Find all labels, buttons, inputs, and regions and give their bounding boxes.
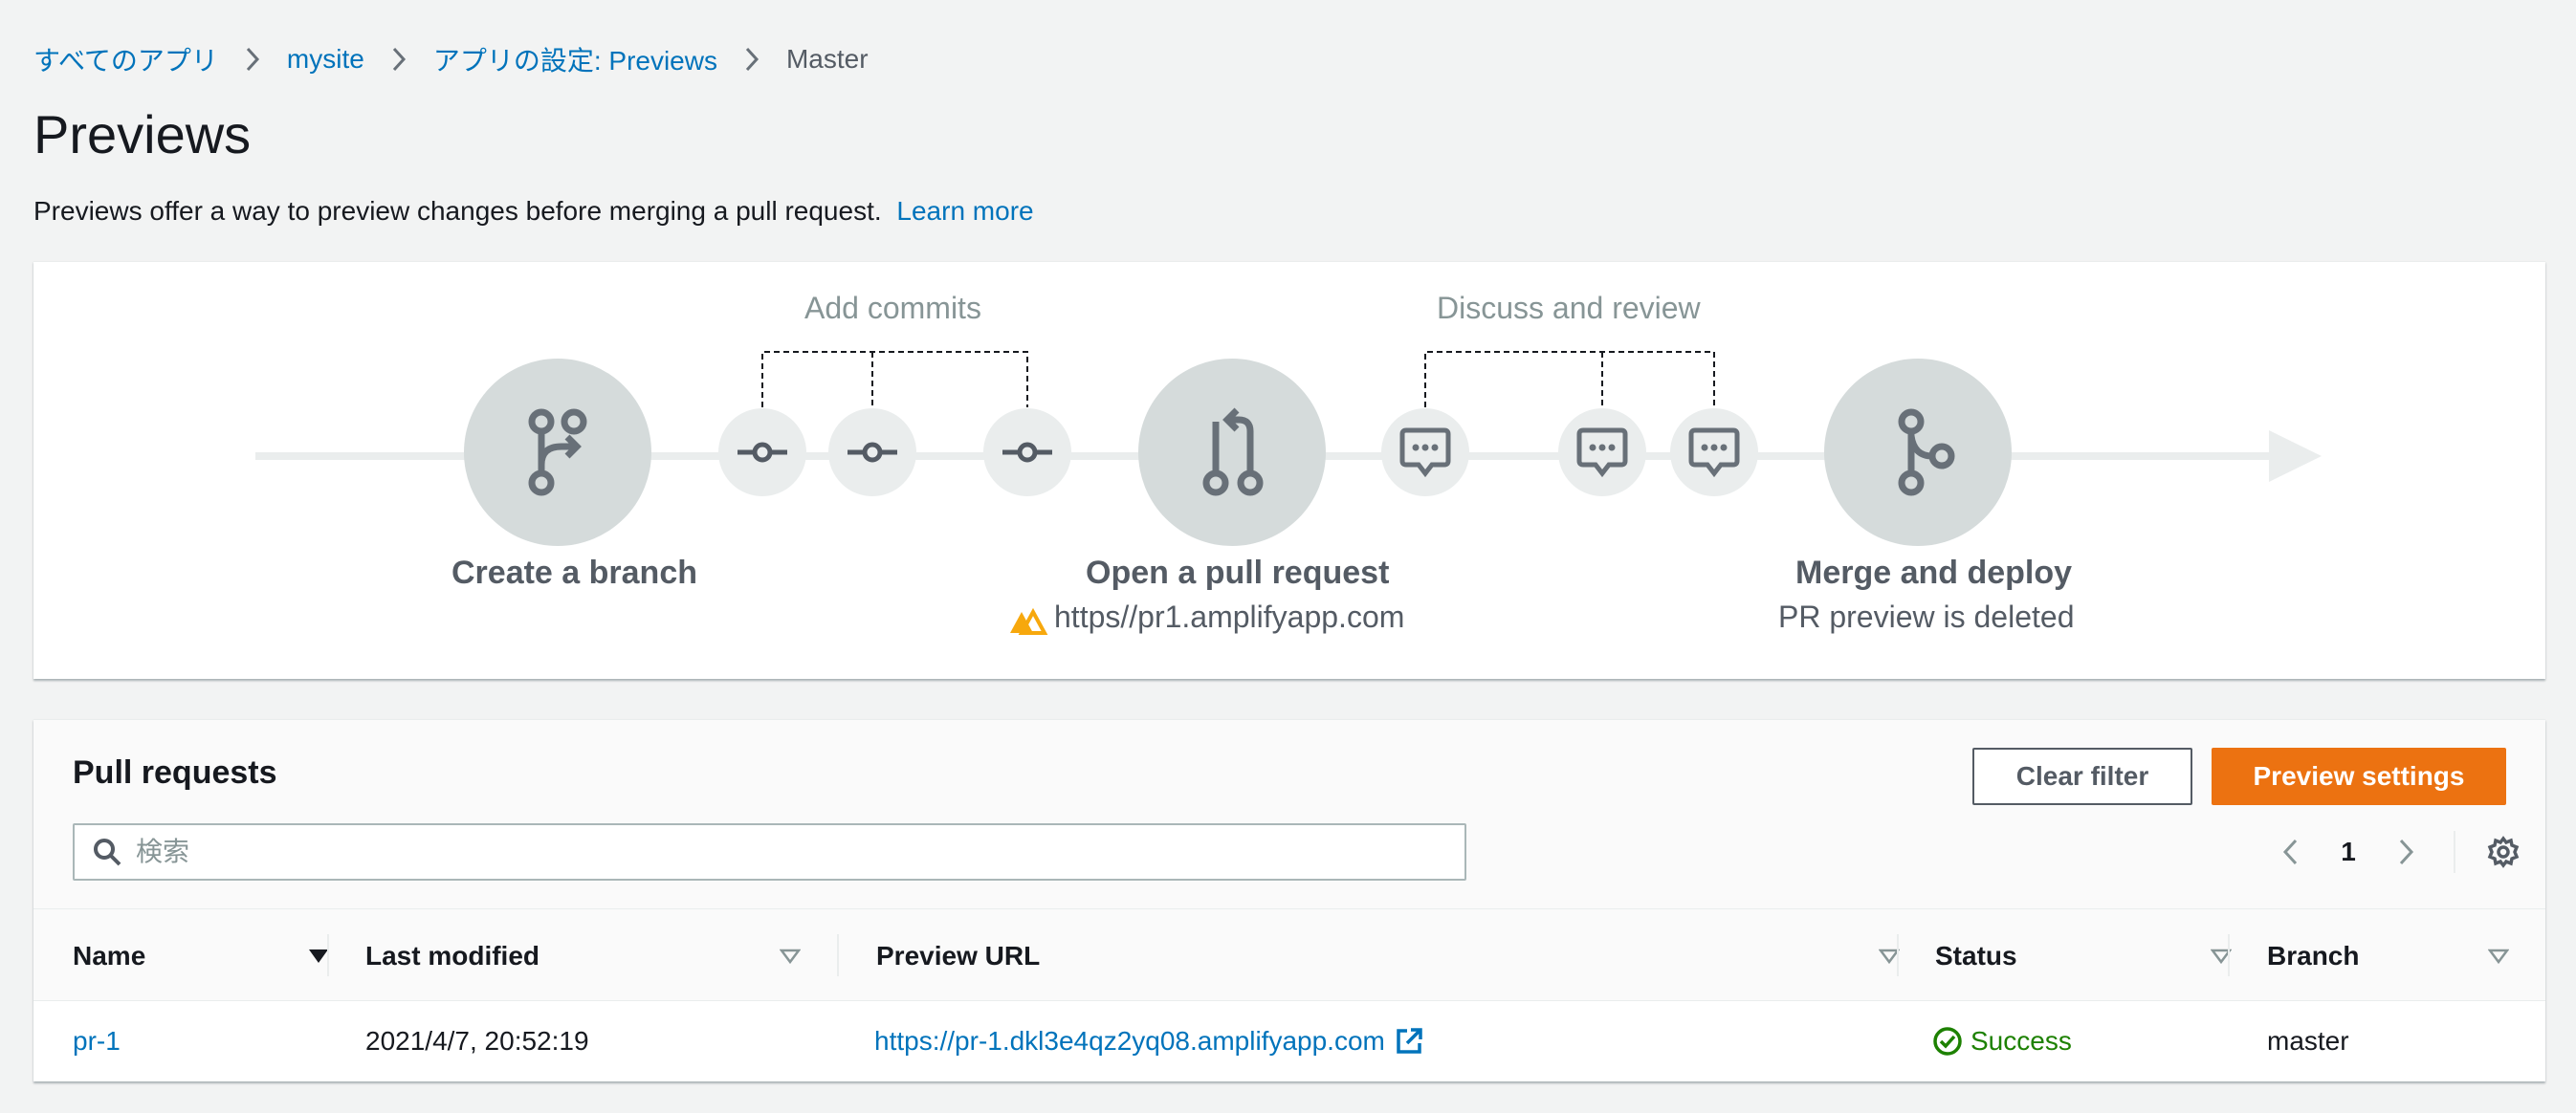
pr-name-cell: pr-1 bbox=[73, 1001, 121, 1081]
preview-settings-button[interactable]: Preview settings bbox=[2212, 748, 2506, 805]
comment-icon bbox=[1558, 408, 1646, 496]
page-description: Previews offer a way to preview changes … bbox=[33, 196, 1034, 227]
pull-requests-panel: Pull requests Clear filter Preview setti… bbox=[33, 719, 2545, 1081]
breadcrumb-all-apps[interactable]: すべてのアプリ bbox=[33, 40, 218, 78]
amplify-logo-icon bbox=[1010, 607, 1048, 635]
add-commits-bracket bbox=[761, 351, 1028, 407]
status-cell: Success bbox=[1932, 1001, 2072, 1081]
preview-url-link[interactable]: https://pr-1.dkl3e4qz2yq08.amplifyapp.co… bbox=[874, 1026, 1385, 1057]
pagination: 1 bbox=[2262, 823, 2532, 881]
pull-requests-title: Pull requests bbox=[73, 754, 277, 791]
comment-icon bbox=[1381, 408, 1469, 496]
commit-icon bbox=[983, 408, 1071, 496]
column-divider bbox=[1897, 934, 1899, 976]
last-modified-cell: 2021/4/7, 20:52:19 bbox=[365, 1026, 589, 1056]
column-header-branch[interactable]: Branch bbox=[2267, 909, 2509, 1002]
page-description-text: Previews offer a way to preview changes … bbox=[33, 196, 882, 226]
column-header-name[interactable]: Name bbox=[73, 909, 330, 1002]
pr-deleted-note: PR preview is deleted bbox=[1778, 600, 2075, 634]
external-link-icon[interactable] bbox=[1395, 1027, 1423, 1056]
breadcrumb: すべてのアプリ mysite アプリの設定: Previews Master bbox=[33, 40, 869, 78]
branch-icon bbox=[464, 359, 651, 546]
column-divider bbox=[837, 934, 839, 976]
next-page-button[interactable] bbox=[2377, 837, 2434, 867]
current-page-number[interactable]: 1 bbox=[2320, 837, 2377, 867]
column-branch-label: Branch bbox=[2267, 940, 2360, 971]
previous-page-button[interactable] bbox=[2262, 837, 2320, 867]
column-preview-url-label: Preview URL bbox=[876, 940, 1041, 971]
open-pr-label: Open a pull request bbox=[1086, 555, 1390, 591]
column-header-last-modified[interactable]: Last modified bbox=[365, 909, 801, 1002]
chevron-right-icon bbox=[391, 46, 407, 73]
commit-icon bbox=[828, 408, 916, 496]
previews-diagram: Add commits Discuss and review Create a … bbox=[33, 261, 2545, 679]
breadcrumb-app-settings[interactable]: アプリの設定: Previews bbox=[433, 40, 717, 78]
sort-icon bbox=[780, 948, 801, 965]
pull-request-icon bbox=[1138, 359, 1326, 546]
column-status-label: Status bbox=[1935, 940, 2017, 971]
page-title: Previews bbox=[33, 104, 252, 164]
chevron-right-icon bbox=[2399, 839, 2414, 865]
breadcrumb-current: Master bbox=[785, 44, 869, 74]
merge-deploy-label: Merge and deploy bbox=[1795, 555, 2073, 591]
merge-icon bbox=[1824, 359, 2012, 546]
commit-icon bbox=[718, 408, 806, 496]
discuss-review-bracket bbox=[1424, 351, 1715, 407]
column-divider bbox=[2228, 934, 2230, 976]
pr-name-link[interactable]: pr-1 bbox=[73, 1026, 121, 1057]
column-last-modified-label: Last modified bbox=[365, 940, 540, 971]
table-row: pr-1 2021/4/7, 20:52:19 https://pr-1.dkl… bbox=[33, 1001, 2545, 1081]
learn-more-link[interactable]: Learn more bbox=[896, 196, 1033, 226]
column-divider bbox=[327, 934, 329, 976]
status-text: Success bbox=[1971, 1026, 2072, 1056]
discuss-review-label: Discuss and review bbox=[1437, 291, 1701, 325]
add-commits-label: Add commits bbox=[804, 291, 981, 325]
table-settings-button[interactable] bbox=[2475, 836, 2532, 868]
column-header-preview-url[interactable]: Preview URL bbox=[876, 909, 1900, 1002]
breadcrumb-mysite[interactable]: mysite bbox=[287, 44, 364, 75]
pager-divider bbox=[2454, 831, 2455, 873]
search-field[interactable] bbox=[73, 823, 1466, 881]
search-icon bbox=[92, 837, 122, 867]
chevron-right-icon bbox=[245, 46, 260, 73]
chevron-left-icon bbox=[2282, 839, 2298, 865]
pull-requests-header: Pull requests Clear filter Preview setti… bbox=[33, 720, 2545, 908]
preview-url-cell: https://pr-1.dkl3e4qz2yq08.amplifyapp.co… bbox=[874, 1001, 1423, 1081]
clear-filter-button[interactable]: Clear filter bbox=[1972, 748, 2192, 805]
branch-cell: master bbox=[2267, 1026, 2349, 1056]
success-check-icon bbox=[1932, 1026, 1963, 1057]
pr-preview-url: https//pr1.amplifyapp.com bbox=[1054, 600, 1405, 634]
timeline-arrow bbox=[2269, 430, 2322, 482]
column-name-label: Name bbox=[73, 940, 146, 971]
table-header: Name Last modified Preview URL Status Br… bbox=[33, 908, 2545, 1001]
comment-icon bbox=[1670, 408, 1758, 496]
create-branch-label: Create a branch bbox=[451, 555, 697, 591]
sort-icon bbox=[2488, 948, 2509, 965]
search-input[interactable] bbox=[136, 837, 1379, 867]
column-header-status[interactable]: Status bbox=[1935, 909, 2232, 1002]
chevron-right-icon bbox=[744, 46, 760, 73]
gear-icon bbox=[2487, 836, 2520, 868]
